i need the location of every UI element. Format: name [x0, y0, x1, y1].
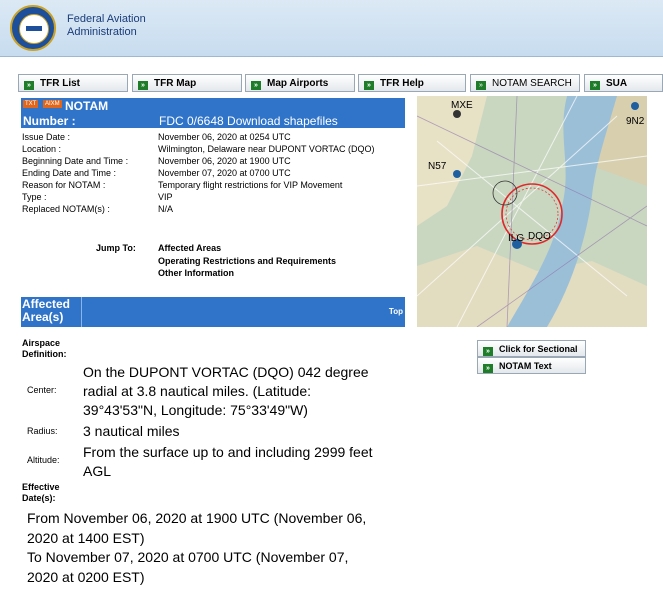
jump-links: Affected Areas Operating Restrictions an… [158, 242, 336, 280]
nav-bar: » TFR List » TFR Map » Map Airports » TFR He… [18, 74, 663, 94]
aixm-format-icon[interactable]: AIXM [43, 100, 62, 108]
button-label: NOTAM Text [499, 361, 552, 371]
notam-number: FDC 0/6648 Download shapefiles [159, 114, 338, 128]
click-for-sectional-button[interactable]: » Click for Sectional [477, 340, 586, 357]
begin-date-value: November 06, 2020 at 1900 UTC [158, 156, 291, 166]
arrow-right-icon: » [590, 81, 600, 90]
affected-areas-header: Affected Area(s) Top [21, 297, 405, 327]
radius-value: 3 nautical miles [83, 423, 180, 439]
arrow-right-icon: » [364, 81, 374, 90]
type-value: VIP [158, 192, 173, 202]
notam-title: NOTAM [65, 99, 109, 113]
label-line: Definition: [22, 349, 67, 359]
map-label-dqo: DQO [528, 231, 551, 242]
detail-label: Ending Date and Time : [22, 168, 117, 178]
detail-labels: Issue Date : Location : Beginning Date a… [22, 131, 128, 215]
radius-label: Radius: [27, 426, 58, 436]
arrow-right-icon: » [476, 81, 486, 90]
jump-affected-areas-link[interactable]: Affected Areas [158, 242, 336, 255]
label-line: Airspace [22, 338, 61, 348]
page-header: Federal Aviation Administration [0, 0, 663, 57]
effective-line: 2020 at 0200 EST) [27, 568, 145, 585]
nav-label: Map Airports [267, 78, 329, 89]
txt-format-icon[interactable]: TXT [23, 100, 39, 108]
detail-label: Replaced NOTAM(s) : [22, 204, 110, 214]
altitude-label: Altitude: [27, 455, 60, 465]
top-link[interactable]: Top [389, 307, 403, 316]
center-value: On the DUPONT VORTAC (DQO) 042 degree ra… [83, 363, 369, 420]
nav-label: TFR List [40, 78, 80, 89]
sectional-map-graphic: MXE 9N2 N57 ILG DQO [417, 96, 647, 327]
detail-label: Type : [22, 192, 47, 202]
nav-map-airports[interactable]: » Map Airports [245, 74, 355, 92]
map-label-mxe: MXE [451, 100, 473, 111]
divider [81, 297, 82, 327]
nav-label: NOTAM SEARCH [492, 78, 572, 89]
airspace-definition-label: Airspace Definition: [22, 338, 67, 360]
agency-name: Federal Aviation Administration [67, 13, 146, 39]
notam-text-button[interactable]: » NOTAM Text [477, 357, 586, 374]
label-line: Effective [22, 482, 60, 492]
button-label: Click for Sectional [499, 344, 578, 354]
nav-sua[interactable]: » SUA [584, 74, 663, 92]
agency-line-2: Administration [67, 26, 137, 38]
jump-operating-restrictions-link[interactable]: Operating Restrictions and Requirements [158, 255, 336, 268]
center-line: On the DUPONT VORTAC (DQO) 042 degree [83, 364, 369, 380]
affected-title-line: Area(s) [22, 310, 64, 324]
affected-areas-title: Affected Area(s) [22, 298, 70, 324]
detail-label: Reason for NOTAM : [22, 180, 106, 190]
label-line: Date(s): [22, 493, 56, 503]
effective-line: To November 07, 2020 at 0700 UTC (Novemb… [27, 549, 349, 565]
center-line: 39°43'53"N, Longitude: 75°33'49"W) [83, 402, 308, 418]
nav-tfr-help[interactable]: » TFR Help [358, 74, 466, 92]
effective-dates-value: From November 06, 2020 at 1900 UTC (Nove… [27, 509, 366, 587]
nav-tfr-list[interactable]: » TFR List [18, 74, 128, 92]
effective-dates-label: Effective Date(s): [22, 482, 60, 504]
number-label: Number : [23, 114, 76, 128]
altitude-line: AGL [83, 463, 112, 479]
faa-seal-icon [10, 5, 56, 51]
arrow-right-icon: » [483, 364, 493, 373]
detail-label: Location : [22, 144, 62, 154]
nav-tfr-map[interactable]: » TFR Map [132, 74, 242, 92]
jump-to-label: Jump To: [96, 243, 136, 253]
detail-values: November 06, 2020 at 0254 UTC Wilmington… [158, 131, 375, 215]
sectional-map[interactable]: MXE 9N2 N57 ILG DQO [417, 96, 647, 327]
detail-label: Issue Date : [22, 132, 71, 142]
replaced-value: N/A [158, 204, 174, 214]
center-label: Center: [27, 385, 57, 395]
nav-label: TFR Help [380, 78, 424, 89]
detail-label: Beginning Date and Time : [22, 156, 129, 166]
center-line: radial at 3.8 nautical miles. (Latitude: [83, 383, 312, 399]
notam-header: TXT AIXM NOTAM Number : FDC 0/6648 Downl… [21, 98, 405, 128]
location-value: Wilmington, Delaware near DUPONT VORTAC … [158, 144, 375, 154]
nav-notam-search[interactable]: » NOTAM SEARCH [470, 74, 580, 92]
jump-other-information-link[interactable]: Other Information [158, 267, 336, 280]
arrow-right-icon: » [138, 81, 148, 90]
altitude-line: From the surface up to and including 299… [83, 444, 373, 460]
reason-value: Temporary flight restrictions for VIP Mo… [158, 180, 343, 190]
effective-line: From November 06, 2020 at 1900 UTC (Nove… [27, 510, 367, 526]
effective-line: 2020 at 1400 EST) [27, 529, 145, 546]
arrow-right-icon: » [483, 347, 493, 356]
nav-label: SUA [606, 78, 628, 89]
agency-line-1: Federal Aviation [67, 13, 146, 25]
nav-label: TFR Map [154, 78, 197, 89]
arrow-right-icon: » [24, 81, 34, 90]
issue-date-value: November 06, 2020 at 0254 UTC [158, 132, 291, 142]
arrow-right-icon: » [251, 81, 261, 90]
download-shapefiles-link[interactable]: Download shapefiles [227, 114, 338, 128]
end-date-value: November 07, 2020 at 0700 UTC [158, 168, 291, 178]
map-label-n57: N57 [428, 161, 447, 172]
map-label-ilg: ILG [508, 233, 524, 244]
map-label-9n2: 9N2 [626, 116, 645, 127]
altitude-value: From the surface up to and including 299… [83, 443, 373, 481]
notam-number-value: FDC 0/6648 [159, 114, 224, 128]
